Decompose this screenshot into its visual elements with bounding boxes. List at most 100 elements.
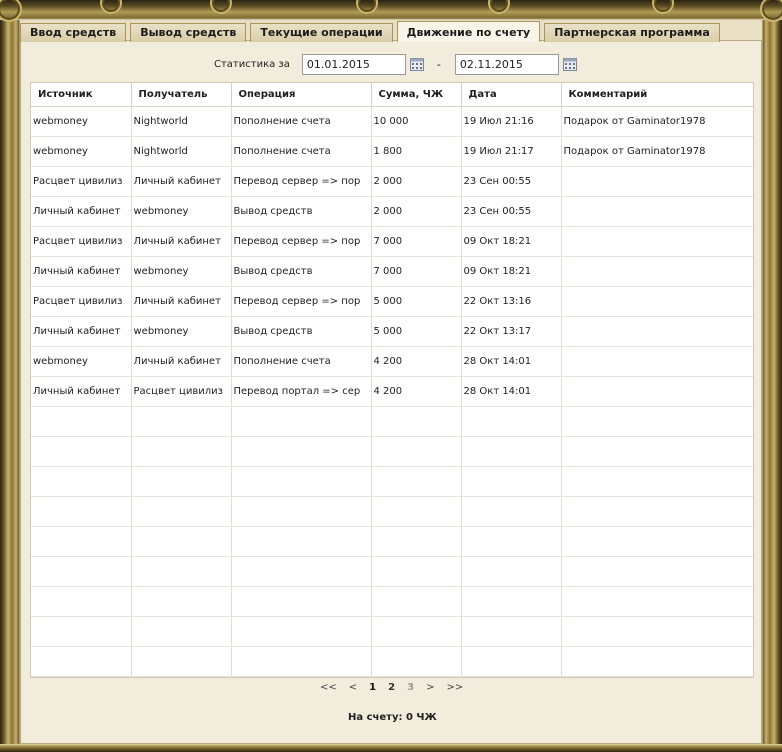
table-cell: Перевод портал => сер [231,376,372,407]
pagination: << < 1 2 3 > >> [320,682,475,696]
table-cell: Вывод средств [231,196,372,227]
table-cell [561,466,753,497]
date-separator: - [436,57,441,71]
pager-page-2[interactable]: 2 [388,682,395,696]
table-row [31,496,753,527]
table-cell [371,556,462,587]
table-cell [561,256,753,287]
table-header: Источник Получатель Операция Сумма, ЧЖ Дата К… [31,83,753,107]
table-cell: 5 000 [371,286,462,317]
tab-current-operations[interactable]: Текущие операции [250,23,393,42]
table-cell [131,616,232,647]
table-cell [461,526,562,557]
table-row [31,406,753,437]
table-cell: webmoney [31,136,132,167]
table-cell [561,556,753,587]
table-cell [561,586,753,617]
date-from-input[interactable] [301,53,406,75]
column-header: Операция [231,83,372,107]
table-cell [131,646,232,677]
table-cell [31,646,132,677]
calendar-icon[interactable] [562,57,577,71]
table-cell: 2 000 [371,196,462,227]
date-to-input[interactable] [454,53,559,75]
calendar-icon[interactable] [409,57,424,71]
table-cell [131,496,232,527]
table-cell: Пополнение счета [231,106,372,137]
pager-last-link[interactable]: >> [446,682,463,696]
table-cell [561,226,753,257]
table-cell: 19 Июл 21:16 [461,106,562,137]
table-cell: webmoney [31,106,132,137]
tab-withdraw[interactable]: Вывод средств [130,23,247,42]
table-cell [561,346,753,377]
table-row: webmoney Nightworld Пополнение счета 10 000… [31,106,753,137]
table-cell: 28 Окт 14:01 [461,376,562,407]
column-header: Комментарий [561,83,753,107]
table-cell: webmoney [131,196,232,227]
table-cell: Личный кабинет [31,196,132,227]
table-cell: webmoney [31,346,132,377]
table-row: Личный кабинет webmoney Вывод средств 2 000… [31,196,753,227]
table-row [31,526,753,557]
table-cell [561,496,753,527]
table-cell: Nightworld [131,106,232,137]
table-cell: 7 000 [371,226,462,257]
table-cell [31,616,132,647]
table-cell: Подарок от Gaminator1978 [561,106,753,137]
table-cell [31,466,132,497]
window-frame-bottom [0,744,782,752]
table-row: Личный кабинет webmoney Вывод средств 5 000… [31,316,753,347]
table-cell: Подарок от Gaminator1978 [561,136,753,167]
table-cell [561,616,753,647]
column-header: Получатель [131,83,232,107]
table-cell: Личный кабинет [31,316,132,347]
table-cell: 19 Июл 21:17 [461,136,562,167]
table-cell [561,436,753,467]
table-cell [461,496,562,527]
table-cell [561,316,753,347]
tab-account-movement[interactable]: Движение по счету [396,21,541,42]
table-cell [131,556,232,587]
table-cell: 10 000 [371,106,462,137]
table-cell [31,496,132,527]
table-row: webmoney Личный кабинет Пополнение счета 4 … [31,346,753,377]
table-cell: 1 800 [371,136,462,167]
tab-partner-program[interactable]: Партнерская программа [544,23,720,42]
table-cell: Личный кабинет [131,226,232,257]
pager-next-link[interactable]: > [426,682,434,696]
table-cell: webmoney [131,256,232,287]
column-header: Дата [461,83,562,107]
table-cell [461,556,562,587]
table-cell: 5 000 [371,316,462,347]
transactions-table: Источник Получатель Операция Сумма, ЧЖ Дата К… [30,82,754,678]
table-cell: Перевод сервер => пор [231,286,372,317]
table-cell [231,466,372,497]
table-cell [371,496,462,527]
table-cell: Вывод средств [231,256,372,287]
table-cell: 2 000 [371,166,462,197]
table-cell [231,496,372,527]
table-cell: 22 Окт 13:17 [461,316,562,347]
table-cell: Личный кабинет [31,256,132,287]
table-cell [561,376,753,407]
table-cell [31,436,132,467]
table-cell: Расцвет цивилиз [31,166,132,197]
table-cell [461,586,562,617]
table-cell [371,466,462,497]
pager-prev-link[interactable]: < [349,682,357,696]
pager-first-link[interactable]: << [320,682,337,696]
date-filter: Статистика за - [214,53,590,75]
table-cell: Перевод сервер => пор [231,226,372,257]
window-frame-right [762,0,782,752]
table-cell: 23 Сен 00:55 [461,196,562,227]
table-cell [461,646,562,677]
table-cell: Пополнение счета [231,346,372,377]
table-row [31,646,753,677]
table-cell [561,286,753,317]
tab-deposit[interactable]: Ввод средств [20,23,127,42]
table-row: Личный кабинет webmoney Вывод средств 7 000… [31,256,753,287]
table-cell [461,616,562,647]
table-cell: 28 Окт 14:01 [461,346,562,377]
table-row: Расцвет цивилиз Личный кабинет Перевод сер… [31,286,753,317]
